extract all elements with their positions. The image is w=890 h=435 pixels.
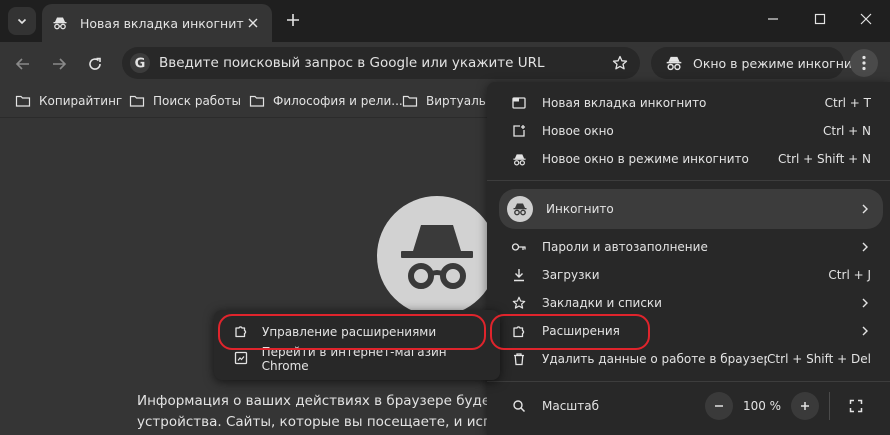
- chevron-right-icon: [862, 326, 868, 336]
- zoom-out-button[interactable]: [705, 392, 733, 420]
- tab-title: Новая вкладка инкогнито: [80, 15, 244, 31]
- bookmark-folder[interactable]: Копирайтинг: [15, 90, 122, 112]
- menu-separator: [487, 180, 890, 181]
- menu-item-label: Инкогнито: [546, 202, 614, 216]
- plus-icon: [801, 402, 809, 410]
- reload-icon: [89, 57, 101, 70]
- bookmark-folder[interactable]: Поиск работы: [129, 90, 241, 112]
- tab-close-button[interactable]: [244, 14, 262, 32]
- zoom-in-button[interactable]: [791, 392, 819, 420]
- trash-icon: [511, 351, 527, 367]
- menu-separator: [487, 381, 890, 382]
- main-menu: Новая вкладка инкогнито Ctrl + T Новое о…: [487, 82, 890, 435]
- incognito-icon: [513, 203, 527, 216]
- chevron-right-icon: [862, 298, 868, 308]
- chevron-right-icon: [862, 204, 868, 214]
- fullscreen-button[interactable]: [842, 392, 870, 420]
- plus-icon: [287, 14, 299, 26]
- bookmark-label: Философия и рели...: [273, 94, 403, 108]
- menu-item-bookmarks[interactable]: Закладки и списки: [499, 289, 883, 317]
- folder-icon: [249, 93, 265, 109]
- bookmark-star-button[interactable]: [606, 49, 634, 77]
- incognito-window-chip[interactable]: Окно в режиме инкогнито: [651, 47, 867, 79]
- highlight-extensions-menu-item: [490, 314, 650, 350]
- download-icon: [511, 267, 527, 283]
- bookmark-label: Виртуаль: [426, 94, 486, 108]
- incognito-icon: [401, 225, 473, 289]
- folder-icon: [15, 93, 31, 109]
- menu-item-label: Новое окно: [542, 124, 614, 138]
- page-text-line: устройства. Сайты, которые вы посещаете,…: [137, 414, 497, 430]
- menu-item-label: Новое окно в режиме инкогнито: [542, 152, 749, 166]
- menu-item-label: Загрузки: [542, 268, 600, 282]
- incognito-icon: [511, 151, 527, 167]
- chevron-right-icon: [862, 242, 868, 252]
- menu-item-new-window[interactable]: Новое окно Ctrl + N: [499, 117, 883, 145]
- incognito-logo: [377, 196, 497, 316]
- bookmark-folder[interactable]: Философия и рели...: [249, 90, 403, 112]
- omnibox-placeholder: Введите поисковый запрос в Google или ук…: [159, 55, 545, 71]
- menu-item-zoom: Масштаб: [499, 392, 719, 420]
- incognito-icon: [665, 54, 683, 72]
- menu-item-label: Закладки и списки: [542, 296, 662, 310]
- incognito-icon: [52, 15, 68, 31]
- menu-item-label: Масштаб: [542, 399, 600, 413]
- close-icon: [248, 18, 258, 28]
- minus-icon: [715, 405, 723, 407]
- menu-item-downloads[interactable]: Загрузки Ctrl + J: [499, 261, 883, 289]
- reload-button[interactable]: [81, 50, 109, 78]
- zoom-value: 100 %: [742, 399, 782, 413]
- folder-icon: [129, 93, 145, 109]
- minimize-icon: [768, 18, 778, 20]
- menu-item-new-incognito-tab[interactable]: Новая вкладка инкогнито Ctrl + T: [499, 89, 883, 117]
- zoom-divider: [829, 392, 830, 420]
- close-window-button[interactable]: [843, 0, 889, 38]
- fullscreen-icon: [849, 399, 863, 413]
- menu-item-shortcut: Ctrl + J: [828, 268, 871, 282]
- maximize-icon: [814, 13, 826, 25]
- menu-item-shortcut: Ctrl + N: [822, 124, 871, 138]
- avatar: [507, 196, 533, 222]
- maximize-button[interactable]: [797, 0, 843, 38]
- omnibox[interactable]: G Введите поисковый запрос в Google или …: [122, 47, 640, 79]
- forward-button[interactable]: [45, 50, 73, 78]
- tab-incognito[interactable]: Новая вкладка инкогнито: [42, 4, 272, 42]
- minimize-button[interactable]: [750, 0, 796, 38]
- bookmark-label: Поиск работы: [153, 94, 242, 108]
- close-icon: [860, 13, 872, 25]
- web-store-icon: [234, 351, 250, 367]
- zoom-controls: 100 %: [705, 392, 880, 420]
- menu-item-new-incognito-window[interactable]: Новое окно в режиме инкогнито Ctrl + Shi…: [499, 145, 883, 173]
- star-icon: [612, 55, 628, 70]
- chevron-down-icon: [17, 18, 27, 25]
- menu-item-incognito-profile[interactable]: Инкогнито: [499, 189, 883, 229]
- bookmark-folder[interactable]: Виртуаль: [402, 90, 486, 112]
- folder-icon: [402, 93, 418, 109]
- menu-item-shortcut: Ctrl + Shift + N: [778, 152, 871, 166]
- back-button[interactable]: [9, 50, 37, 78]
- page-text-line: Информация о ваших действиях в браузере …: [137, 393, 497, 409]
- bookmark-label: Копирайтинг: [39, 94, 123, 108]
- menu-item-shortcut: Ctrl + Shift + Del: [767, 352, 871, 366]
- more-vertical-icon: [862, 55, 866, 71]
- menu-item-label: Новая вкладка инкогнито: [542, 96, 707, 110]
- menu-item-shortcut: Ctrl + T: [824, 96, 871, 110]
- star-icon: [511, 295, 527, 311]
- key-icon: [511, 239, 527, 255]
- new-tab-icon: [511, 95, 527, 111]
- zoom-icon: [511, 398, 527, 414]
- new-window-icon: [511, 123, 527, 139]
- arrow-left-icon: [15, 58, 29, 70]
- main-menu-button[interactable]: [850, 49, 878, 77]
- highlight-manage-extensions: [218, 314, 486, 350]
- google-g-icon: G: [130, 53, 150, 73]
- menu-item-label: Пароли и автозаполнение: [542, 240, 708, 254]
- tab-search-button[interactable]: [8, 7, 36, 35]
- incognito-chip-label: Окно в режиме инкогнито: [693, 55, 867, 71]
- arrow-right-icon: [53, 58, 67, 70]
- svg-text:G: G: [135, 57, 146, 72]
- new-tab-button[interactable]: [282, 9, 304, 31]
- menu-item-label: Удалить данные о работе в браузере...: [542, 352, 768, 366]
- menu-item-passwords[interactable]: Пароли и автозаполнение: [499, 233, 883, 261]
